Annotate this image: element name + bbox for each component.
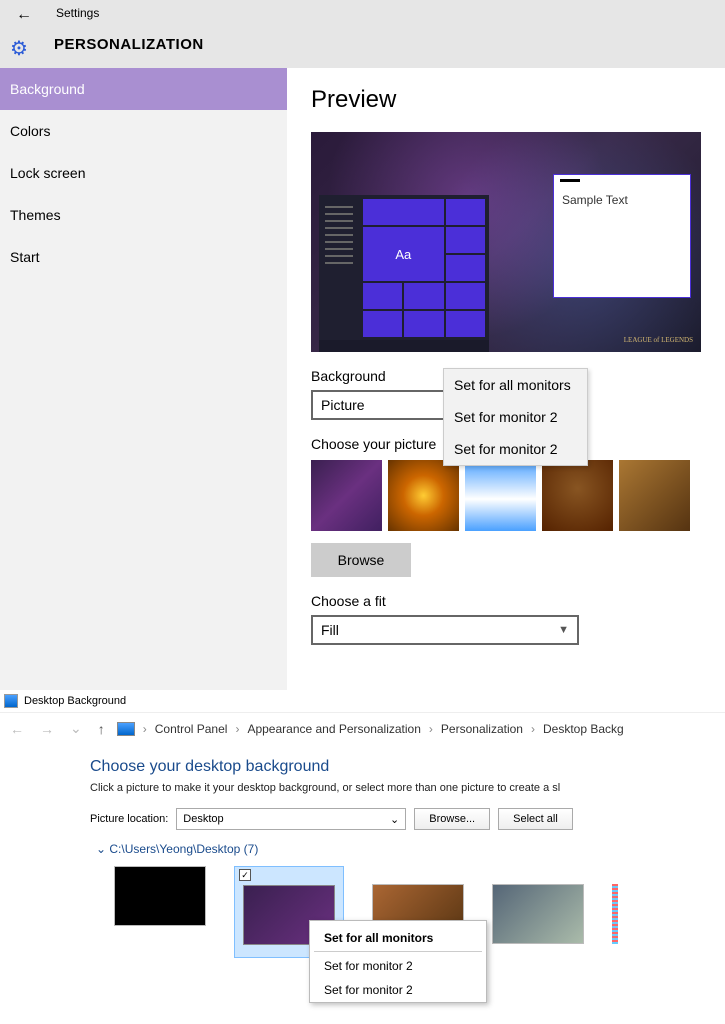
context-menu-item[interactable]: Set for monitor 2 [310,978,486,1002]
picture-thumbnails [311,460,701,531]
breadcrumb-sep: › [143,722,147,736]
preview-game-logo: LEAGUE of LEGENDS [624,336,693,344]
back-button[interactable]: ← [16,6,32,24]
context-menu-item[interactable]: Set for monitor 2 [444,401,587,433]
cp-window-title: Desktop Background [24,695,126,707]
wallpaper-preview: Aa Sample Text LEAGUE of LEGENDS [311,132,701,352]
cp-picture-thumb[interactable] [492,884,584,944]
cp-picture-thumb[interactable] [612,884,618,944]
mock-tile [446,255,485,281]
mock-tile [363,311,402,337]
picture-thumb[interactable] [542,460,613,531]
sidebar-item-background[interactable]: Background [0,68,287,110]
breadcrumb-item[interactable]: Control Panel [155,722,228,736]
mock-tile [363,199,444,225]
cp-picture-thumb[interactable] [114,866,206,926]
folder-header[interactable]: C:\Users\Yeong\Desktop (7) [96,842,725,856]
cp-window-icon [4,694,18,708]
context-menu-item[interactable]: Set for all monitors [444,369,587,401]
thumb-checkbox[interactable]: ✓ [239,869,251,881]
cp-context-menu: Set for all monitors Set for monitor 2 S… [309,920,487,1003]
mock-start-menu: Aa [319,195,489,340]
picture-location-label: Picture location: [90,813,168,825]
mock-tile [446,283,485,309]
control-panel-window: Desktop Background ← → ⌄ ↑ › Control Pan… [0,690,725,958]
breadcrumb-sep: › [429,722,433,736]
nav-forward-icon[interactable]: → [36,721,58,737]
sample-text: Sample Text [562,193,628,207]
nav-recent-icon[interactable]: ⌄ [66,720,86,737]
cp-heading: Choose your desktop background [90,758,725,776]
nav-back-icon[interactable]: ← [6,721,28,737]
preview-heading: Preview [311,86,701,114]
browse-button[interactable]: Browse [311,543,411,577]
context-menu-item[interactable]: Set for monitor 2 [310,954,486,978]
cp-nav: ← → ⌄ ↑ › Control Panel › Appearance and… [0,712,725,744]
picture-thumb[interactable] [465,460,536,531]
mock-tile-aa: Aa [363,227,444,281]
chevron-down-icon: ▼ [558,624,569,636]
mock-tile [404,311,443,337]
picture-thumb[interactable] [619,460,690,531]
background-dropdown-value: Picture [321,397,365,413]
fit-dropdown[interactable]: Fill ▼ [311,615,579,645]
breadcrumb-sep: › [235,722,239,736]
fit-label: Choose a fit [311,593,701,609]
context-menu-header[interactable]: Set for all monitors [314,925,482,952]
picture-location-value: Desktop [183,813,223,825]
section-heading: PERSONALIZATION [54,36,204,53]
breadcrumb-item[interactable]: Personalization [441,722,523,736]
mock-window: Sample Text [553,174,691,298]
context-menu-item[interactable]: Set for monitor 2 [444,433,587,465]
mock-tile [446,227,485,253]
fit-dropdown-value: Fill [321,622,339,638]
mock-tile [446,199,485,225]
cp-browse-button[interactable]: Browse... [414,808,490,830]
gear-icon: ⚙ [10,36,28,61]
context-menu-monitors: Set for all monitors Set for monitor 2 S… [443,368,588,466]
breadcrumb-item[interactable]: Desktop Backg [543,722,624,736]
sidebar-item-lockscreen[interactable]: Lock screen [0,152,287,194]
mock-tile [404,283,443,309]
picture-thumb[interactable] [388,460,459,531]
nav-up-icon[interactable]: ↑ [94,721,109,737]
picture-thumb[interactable] [311,460,382,531]
chevron-down-icon: ⌄ [390,813,399,826]
mock-tile [363,283,402,309]
breadcrumb-sep: › [531,722,535,736]
cp-select-all-button[interactable]: Select all [498,808,573,830]
sidebar: Background Colors Lock screen Themes Sta… [0,68,287,690]
cp-titlebar: Desktop Background [0,690,725,712]
breadcrumb-item[interactable]: Appearance and Personalization [247,722,420,736]
mock-tile [446,311,485,337]
window-title: Settings [56,6,99,20]
sidebar-item-colors[interactable]: Colors [0,110,287,152]
picture-location-select[interactable]: Desktop ⌄ [176,808,406,830]
sidebar-item-themes[interactable]: Themes [0,194,287,236]
cp-path-icon [117,722,135,736]
sidebar-item-start[interactable]: Start [0,236,287,278]
mock-taskbar [319,340,489,352]
cp-subtext: Click a picture to make it your desktop … [90,782,725,794]
